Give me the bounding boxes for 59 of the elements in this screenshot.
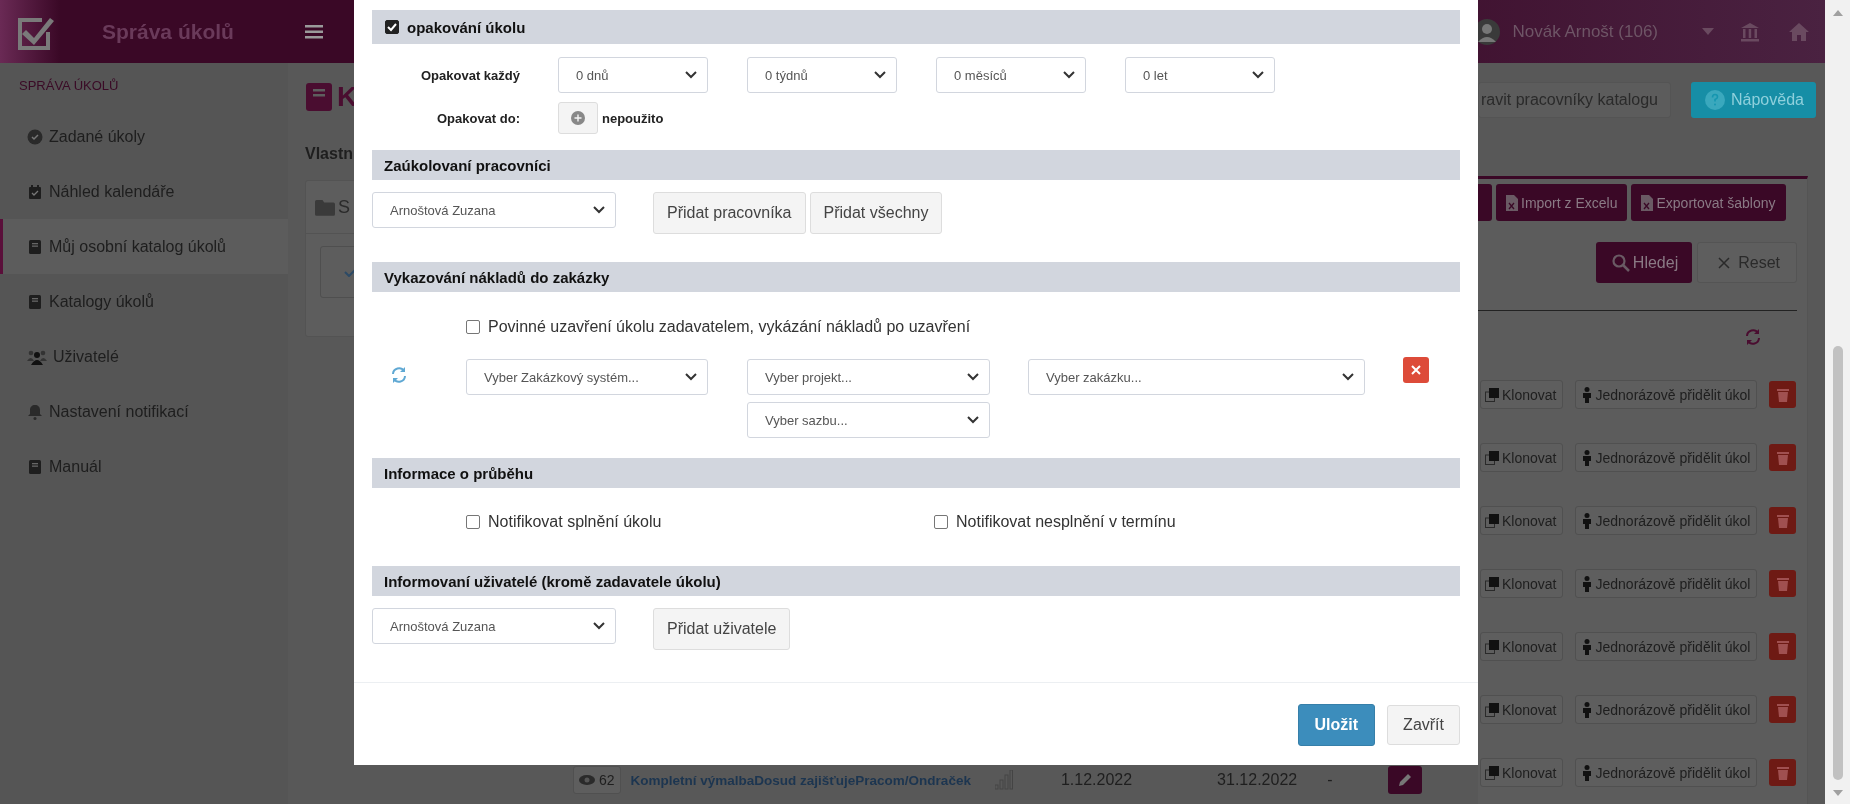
assign-button[interactable]: Jednorázově přidělit úkol [1575, 506, 1758, 535]
clone-button[interactable]: Klonovat [1480, 695, 1564, 724]
field-label: Opakovat do: [435, 110, 521, 126]
clone-button[interactable]: Klonovat [1480, 506, 1564, 535]
section-header: Vykazování nákladů do zakázky [372, 262, 1460, 292]
dropdown[interactable]: Arnoštová Zuzana [372, 608, 616, 644]
field-label: Opakovat každý [420, 67, 521, 83]
sidebar-item[interactable]: Uživatelé [0, 329, 288, 384]
add-button[interactable]: Přidat uživatele [653, 608, 791, 650]
close-button[interactable]: Zavřít [1387, 705, 1460, 745]
dropdown[interactable]: 0 týdnů [747, 57, 897, 93]
sidebar-item[interactable]: Zadané úkoly [0, 109, 288, 164]
sidebar-item[interactable]: Manuál [0, 439, 288, 494]
dropdown[interactable]: 0 dnů [558, 57, 708, 93]
toolbar-button[interactable]: Nápověda [1691, 82, 1816, 118]
task-link[interactable]: Kompletní výmalbaDosud zajišťujePracom/Ondraček [630, 772, 971, 788]
section-header: Informovaní uživatelé (kromě zadavatele úkolu) [372, 566, 1460, 596]
sidebar-item[interactable]: Náhled kalendáře [0, 164, 288, 219]
table-cell: 1.12.2022 [1060, 771, 1133, 789]
section-heading: Vlastn [305, 145, 354, 163]
section-title: opakování úkolu [407, 18, 526, 36]
assign-button[interactable]: Jednorázově přidělit úkol [1575, 632, 1758, 661]
dropdown[interactable]: Arnoštová Zuzana [372, 192, 616, 228]
sidebar-item[interactable]: Katalogy úkolů [0, 274, 288, 329]
dropdown[interactable]: 0 měsíců [936, 57, 1086, 93]
clone-button[interactable]: Klonovat [1480, 443, 1564, 472]
user-name[interactable]: Novák Arnošt (106) [1512, 21, 1658, 42]
checkbox-label: Notifikovat splnění úkolu [488, 513, 662, 531]
assign-button[interactable]: Jednorázově přidělit úkol [1575, 380, 1758, 409]
assign-button[interactable]: Jednorázově přidělit úkol [1575, 758, 1758, 787]
dropdown[interactable]: Vyber projekt... [747, 359, 990, 395]
assign-button[interactable]: Jednorázově přidělit úkol [1575, 443, 1758, 472]
add-button[interactable]: Přidat všechny [809, 192, 943, 234]
assign-button[interactable]: Jednorázově přidělit úkol [1575, 569, 1758, 598]
dropdown[interactable]: Vyber zakázku... [1028, 359, 1365, 395]
table-cell: 31.12.2022 [1217, 771, 1298, 789]
dropdown[interactable]: Vyber sazbu... [747, 402, 990, 438]
clone-button[interactable]: Klonovat [1480, 569, 1564, 598]
save-button[interactable]: Uložit [1297, 704, 1376, 746]
dropdown[interactable]: 0 let [1125, 57, 1275, 93]
table-cell: - [1327, 771, 1333, 789]
sidebar-item[interactable]: Můj osobní katalog úkolů [0, 219, 288, 274]
section-header: Informace o průběhu [372, 458, 1460, 488]
section-title: SPRÁVA ÚKOLŮ [18, 77, 120, 95]
toolbar-button[interactable]: Import z Excelu [1496, 184, 1628, 221]
date-value: nepoužito [602, 110, 664, 126]
sidebar-item[interactable]: Nastavení notifikací [0, 384, 288, 439]
clone-button[interactable]: Klonovat [1480, 380, 1564, 409]
clone-button[interactable]: Klonovat [1480, 632, 1564, 661]
checkbox-label: Notifikovat nesplnění v termínu [956, 513, 1176, 531]
dropdown[interactable]: Vyber Zakázkový systém... [466, 359, 708, 395]
checkbox-label: Povinné uzavření úkolu zadavatelem, vykázání nákladů po uzavření [488, 318, 971, 336]
search-button[interactable]: Hledej [1595, 242, 1693, 283]
clone-button[interactable]: Klonovat [1480, 758, 1564, 787]
section-header: Zaúkolovaní pracovníci [372, 150, 1460, 180]
view-number: 62 [599, 772, 615, 788]
assign-button[interactable]: Jednorázově přidělit úkol [1575, 695, 1758, 724]
add-button[interactable]: Přidat pracovníka [653, 192, 806, 234]
toolbar-button[interactable]: Exportovat šablony [1631, 184, 1786, 221]
